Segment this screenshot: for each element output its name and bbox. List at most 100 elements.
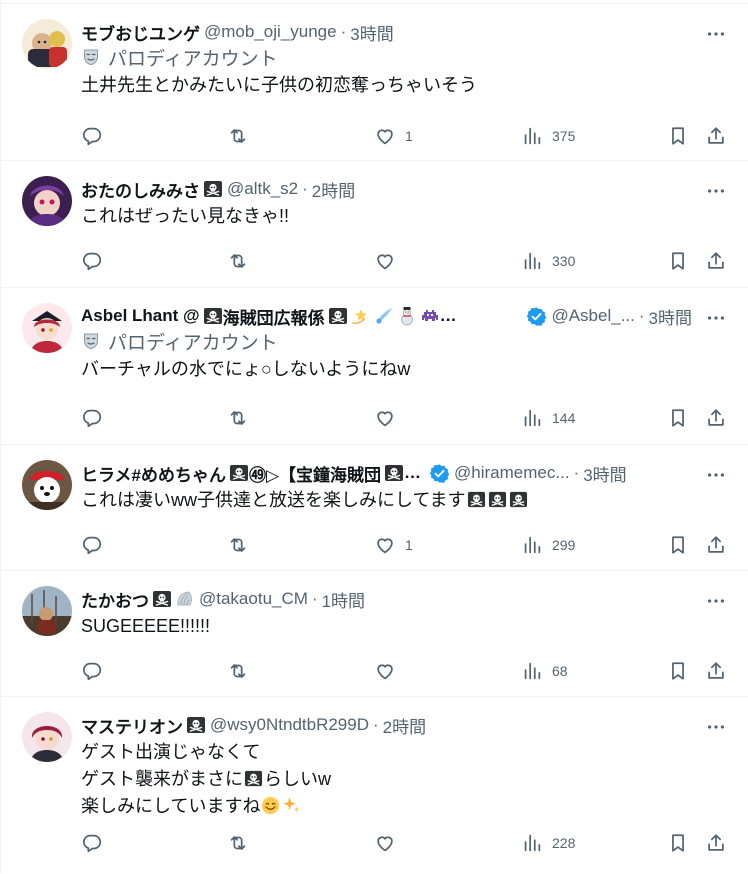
tweet-actions: 330 — [81, 250, 732, 274]
share-button[interactable] — [705, 534, 727, 556]
share-button[interactable] — [705, 407, 727, 429]
retweet-icon — [227, 407, 249, 429]
more-options-icon[interactable] — [704, 306, 728, 330]
display-name[interactable]: おたのしみみさ — [81, 177, 200, 202]
timestamp[interactable]: 2時間 — [312, 177, 355, 202]
display-name-part[interactable]: ㊾▷【宝鐘海賊団 — [249, 461, 381, 486]
share-button[interactable] — [705, 250, 727, 272]
display-name[interactable]: モブおじユンゲ — [81, 20, 200, 45]
like-button[interactable]: 1 — [374, 125, 413, 147]
bookmark-button[interactable] — [667, 407, 689, 429]
tweet-card[interactable]: ヒラメ#めめちゃん ㊾▷【宝鐘海賊団 … @hiramemec... · 3時間… — [1, 445, 748, 571]
display-name[interactable]: マステリオン — [81, 713, 183, 738]
views-button[interactable]: 68 — [521, 660, 568, 682]
bookmark-button[interactable] — [667, 250, 689, 272]
retweet-button[interactable] — [227, 125, 249, 147]
like-button[interactable] — [374, 660, 405, 682]
share-button[interactable] — [705, 832, 727, 854]
tweet-actions: 1 299 — [81, 534, 732, 558]
display-name[interactable]: ヒラメ#めめちゃん — [81, 461, 226, 486]
user-handle[interactable]: @mob_oji_yunge — [204, 22, 337, 42]
display-name[interactable]: たかおつ — [81, 587, 149, 612]
avatar[interactable] — [22, 19, 72, 69]
timestamp[interactable]: 2時間 — [383, 713, 426, 738]
reply-button[interactable] — [81, 534, 103, 556]
separator-dot: · — [302, 179, 308, 198]
tweet-card[interactable]: おたのしみみさ @altk_s2 · 2時間 これはぜったい見なきゃ!! 330 — [1, 161, 748, 288]
user-handle[interactable]: @altk_s2 — [227, 179, 298, 199]
share-icon — [705, 832, 727, 854]
retweet-button[interactable] — [227, 832, 249, 854]
retweet-button[interactable] — [227, 407, 249, 429]
verified-badge-icon[interactable] — [429, 463, 450, 484]
views-button[interactable]: 330 — [521, 250, 575, 272]
like-button[interactable] — [374, 832, 405, 854]
tweet-card[interactable]: たかおつ @takaotu_CM · 1時間 SUGEEEEE!!!!!! 68 — [1, 571, 748, 697]
separator-dot: · — [638, 306, 645, 325]
bookmark-icon — [667, 660, 689, 682]
reply-icon — [81, 534, 103, 556]
parody-label: パロディアカウント — [83, 44, 732, 70]
tweet-actions: 1 375 — [81, 125, 732, 149]
bookmark-button[interactable] — [667, 832, 689, 854]
timestamp[interactable]: 3時間 — [649, 304, 692, 329]
user-handle[interactable]: @takaotu_CM — [199, 589, 308, 609]
retweet-button[interactable] — [227, 534, 249, 556]
timestamp[interactable]: 3時間 — [583, 461, 626, 486]
more-options-icon[interactable] — [704, 22, 728, 46]
more-options-icon[interactable] — [704, 463, 728, 487]
display-name[interactable]: Asbel Lhant @ — [81, 306, 200, 326]
more-options-icon[interactable] — [704, 179, 728, 203]
like-count: 1 — [405, 537, 413, 553]
retweet-button[interactable] — [227, 250, 249, 272]
like-button[interactable] — [374, 407, 405, 429]
reply-button[interactable] — [81, 125, 103, 147]
views-bar-chart-icon — [521, 125, 543, 147]
verified-badge-icon[interactable] — [526, 306, 547, 327]
like-button[interactable] — [374, 250, 405, 272]
avatar[interactable] — [22, 460, 72, 510]
more-options-icon[interactable] — [704, 589, 728, 613]
views-button[interactable]: 375 — [521, 125, 575, 147]
tweet-actions: 144 — [81, 407, 732, 431]
retweet-icon — [227, 832, 249, 854]
timestamp[interactable]: 3時間 — [350, 20, 393, 45]
more-options-icon[interactable] — [704, 715, 728, 739]
display-name-part[interactable]: 海賊団広報係 — [223, 304, 325, 329]
avatar[interactable] — [22, 303, 72, 353]
tweet-header: マステリオン @wsy0NtndtbR299D · 2時間 — [81, 697, 732, 737]
views-button[interactable]: 144 — [521, 407, 575, 429]
avatar[interactable] — [22, 586, 72, 636]
bookmark-button[interactable] — [667, 660, 689, 682]
tweet-text: 土井先生とかみたいに子供の初恋奪っちゃいそう — [81, 72, 732, 99]
timestamp[interactable]: 1時間 — [322, 587, 365, 612]
tweet-text-line: 楽しみにしていますね — [81, 793, 732, 820]
share-button[interactable] — [705, 660, 727, 682]
user-handle[interactable]: @Asbel_... — [551, 306, 634, 326]
tweet-header: たかおつ @takaotu_CM · 1時間 — [81, 571, 732, 611]
reply-button[interactable] — [81, 250, 103, 272]
tweet-card[interactable]: Asbel Lhant @ 海賊団広報係 … @Asbel_... · 3時間 … — [1, 288, 748, 445]
views-button[interactable]: 228 — [521, 832, 575, 854]
user-handle[interactable]: @hiramemec... — [454, 463, 570, 483]
bookmark-button[interactable] — [667, 534, 689, 556]
like-button[interactable]: 1 — [374, 534, 413, 556]
user-handle[interactable]: @wsy0NtndtbR299D — [210, 715, 369, 735]
name-truncation: … — [439, 306, 457, 325]
retweet-button[interactable] — [227, 660, 249, 682]
reply-button[interactable] — [81, 832, 103, 854]
reply-button[interactable] — [81, 660, 103, 682]
tweet-text-line: SUGEEEEE!!!!!! — [81, 616, 211, 636]
views-bar-chart-icon — [521, 407, 543, 429]
tweet-card[interactable]: モブおじユンゲ @mob_oji_yunge · 3時間 パロディアカウント 土… — [1, 4, 748, 161]
bookmark-button[interactable] — [667, 125, 689, 147]
share-button[interactable] — [705, 125, 727, 147]
tweet-card[interactable]: マステリオン @wsy0NtndtbR299D · 2時間 ゲスト出演じゃなくて… — [1, 697, 748, 874]
views-button[interactable]: 299 — [521, 534, 575, 556]
reply-icon — [81, 125, 103, 147]
avatar[interactable] — [22, 176, 72, 226]
tweet-text: これはぜったい見なきゃ!! — [81, 203, 732, 230]
avatar[interactable] — [22, 712, 72, 762]
reply-button[interactable] — [81, 407, 103, 429]
pirate-flag-icon — [328, 306, 348, 326]
